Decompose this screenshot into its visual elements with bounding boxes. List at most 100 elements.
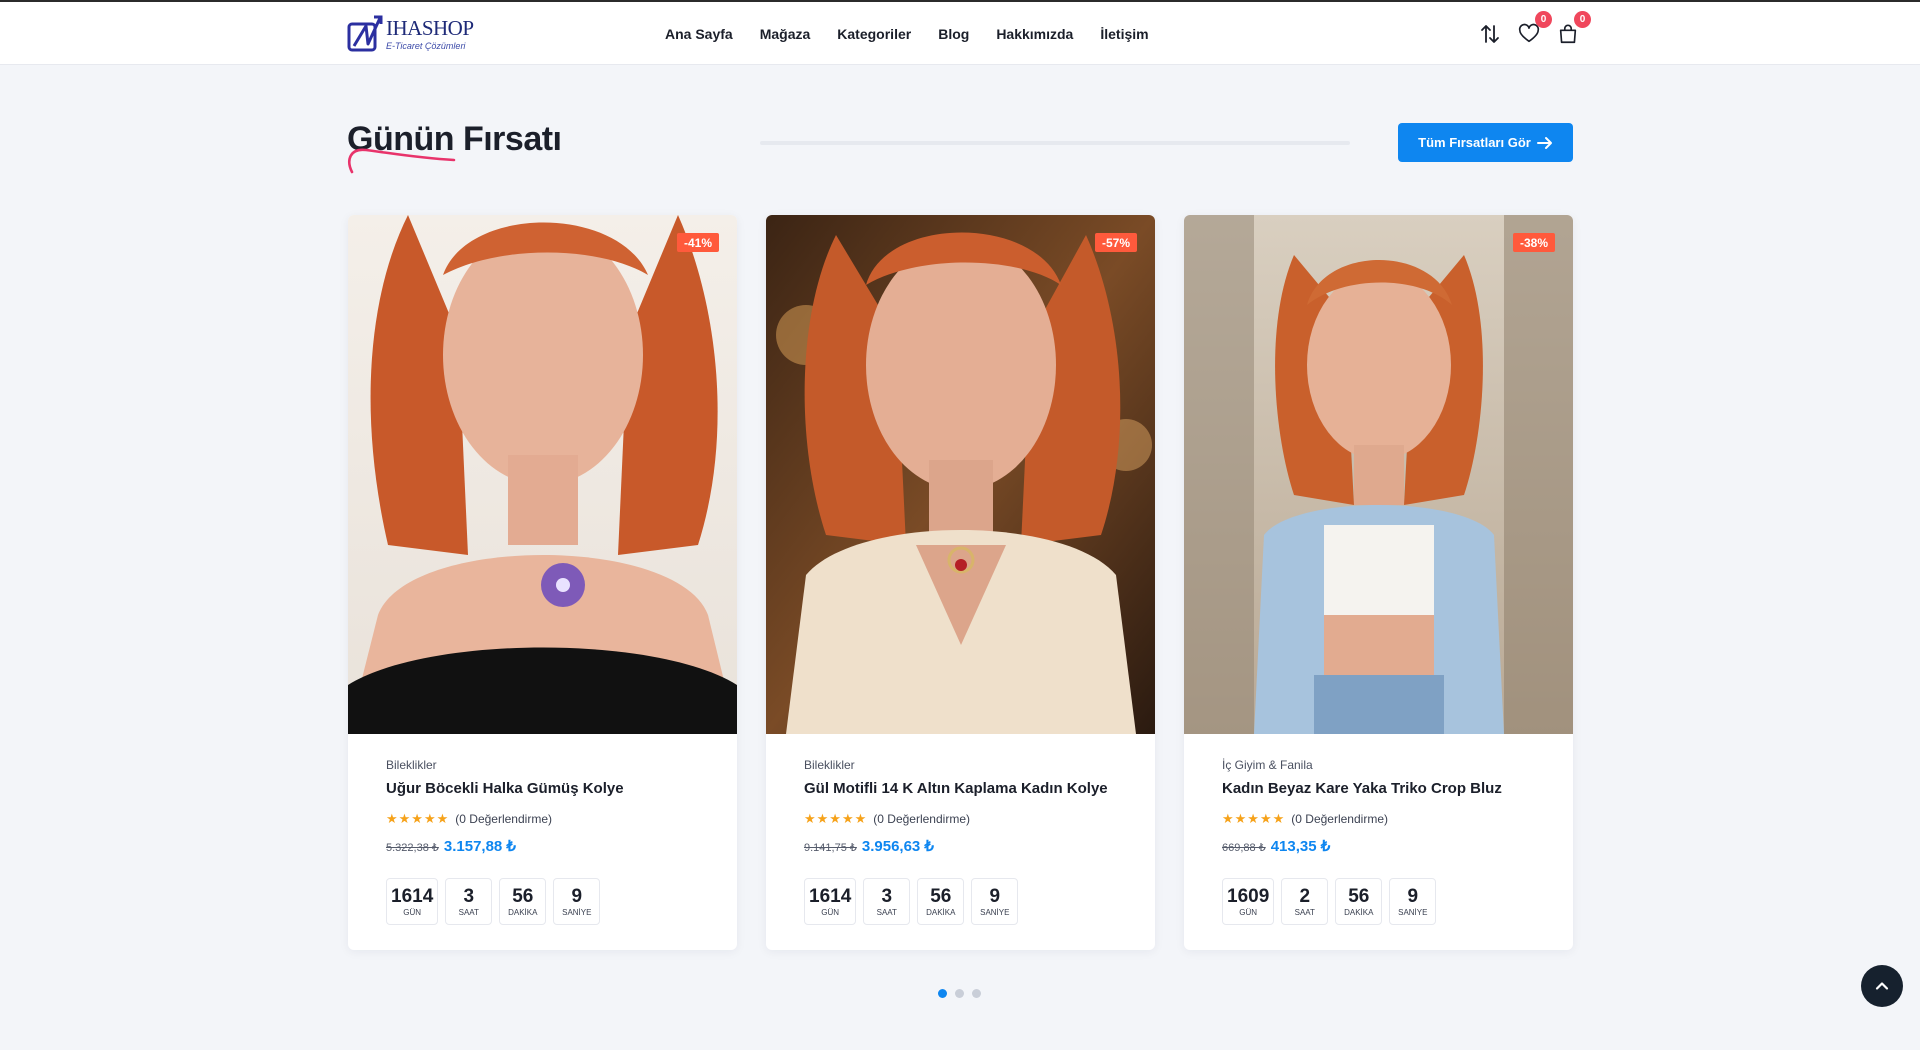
review-count: (0 Değerlendirme) bbox=[1291, 812, 1388, 826]
countdown-hours-value: 3 bbox=[463, 885, 475, 907]
product-category[interactable]: Bileklikler bbox=[386, 758, 717, 772]
countdown-minutes-value: 56 bbox=[512, 885, 534, 907]
product-rating: ★★★★★ (0 Değerlendirme) bbox=[1222, 811, 1553, 827]
countdown-minutes: 56 DAKİKA bbox=[499, 878, 547, 925]
nav-link-store[interactable]: Mağaza bbox=[760, 26, 811, 42]
review-count: (0 Değerlendirme) bbox=[873, 812, 970, 826]
product-card[interactable]: -38% İç Giyim & Fanila Kadın Beyaz Kare … bbox=[1184, 215, 1573, 950]
discount-badge: -41% bbox=[676, 233, 719, 252]
nav-link-categories[interactable]: Kategoriler bbox=[837, 26, 911, 42]
countdown-seconds-label: SANİYE bbox=[562, 907, 592, 917]
star-icons: ★★★★★ bbox=[1222, 811, 1286, 826]
product-card[interactable]: -41% Bileklikler Uğur Böcekli Halka Gümü… bbox=[348, 215, 737, 950]
countdown-days-label: GÜN bbox=[821, 907, 840, 917]
countdown-days: 1614 GÜN bbox=[804, 878, 857, 925]
countdown-days-label: GÜN bbox=[403, 907, 422, 917]
carousel-pagination bbox=[938, 989, 989, 998]
countdown-minutes-label: DAKİKA bbox=[926, 907, 956, 917]
product-name[interactable]: Uğur Böcekli Halka Gümüş Kolye bbox=[386, 780, 717, 797]
logo[interactable]: IHASHOP E-Ticaret Çözümleri bbox=[346, 14, 482, 54]
nav-link-about[interactable]: Hakkımızda bbox=[996, 26, 1073, 42]
site-header: IHASHOP E-Ticaret Çözümleri Ana Sayfa Ma… bbox=[0, 2, 1920, 65]
discount-badge: -38% bbox=[1512, 233, 1555, 252]
product-name[interactable]: Kadın Beyaz Kare Yaka Triko Crop Bluz bbox=[1222, 780, 1553, 797]
countdown-minutes-label: DAKİKA bbox=[1344, 907, 1374, 917]
arrow-right-icon bbox=[1536, 136, 1552, 149]
countdown-seconds: 9 SANİYE bbox=[553, 878, 601, 925]
nav-link-blog[interactable]: Blog bbox=[938, 26, 969, 42]
countdown-minutes-value: 56 bbox=[1348, 885, 1370, 907]
star-icons: ★★★★★ bbox=[386, 811, 450, 826]
product-category[interactable]: İç Giyim & Fanila bbox=[1222, 758, 1553, 772]
countdown-seconds-value: 9 bbox=[989, 885, 1001, 907]
countdown-days-label: GÜN bbox=[1239, 907, 1258, 917]
countdown-seconds-label: SANİYE bbox=[1398, 907, 1428, 917]
cart-count-badge: 0 bbox=[1574, 10, 1591, 28]
countdown-seconds-label: SANİYE bbox=[980, 907, 1010, 917]
old-price: 5.322,38 ₺ bbox=[386, 842, 439, 854]
countdown-hours-label: SAAT bbox=[458, 907, 479, 917]
countdown-seconds: 9 SANİYE bbox=[971, 878, 1019, 925]
title-underline-decoration bbox=[348, 148, 456, 174]
product-price: 669,88 ₺ 413,35 ₺ bbox=[1222, 837, 1553, 855]
product-rating: ★★★★★ (0 Değerlendirme) bbox=[386, 811, 717, 827]
chevron-up-icon bbox=[1875, 982, 1889, 990]
compare-button[interactable] bbox=[1477, 21, 1503, 47]
main-nav: Ana Sayfa Mağaza Kategoriler Blog Hakkım… bbox=[665, 2, 1176, 65]
sale-price: 3.157,88 ₺ bbox=[443, 838, 516, 855]
review-count: (0 Değerlendirme) bbox=[455, 812, 552, 826]
view-all-deals-label: Tüm Fırsatları Gör bbox=[1418, 135, 1531, 150]
product-category[interactable]: Bileklikler bbox=[804, 758, 1135, 772]
countdown-hours-value: 2 bbox=[1299, 885, 1311, 907]
sale-price: 3.956,63 ₺ bbox=[861, 838, 934, 855]
countdown-minutes: 56 DAKİKA bbox=[1335, 878, 1383, 925]
logo-icon bbox=[347, 15, 383, 52]
view-all-deals-button[interactable]: Tüm Fırsatları Gör bbox=[1398, 123, 1573, 162]
header-actions: 0 0 bbox=[1464, 2, 1591, 65]
heart-icon bbox=[1518, 23, 1540, 42]
logo-name: IHASHOP bbox=[386, 15, 474, 40]
carousel-dot-2[interactable] bbox=[955, 989, 964, 998]
countdown-hours-label: SAAT bbox=[876, 907, 897, 917]
countdown-days: 1609 GÜN bbox=[1222, 878, 1275, 925]
countdown-days-value: 1609 bbox=[1227, 885, 1270, 907]
scroll-to-top-button[interactable] bbox=[1861, 965, 1903, 1007]
wishlist-button[interactable]: 0 bbox=[1516, 10, 1552, 47]
nav-link-home[interactable]: Ana Sayfa bbox=[665, 26, 733, 42]
discount-badge: -57% bbox=[1094, 233, 1137, 252]
old-price: 669,88 ₺ bbox=[1222, 842, 1266, 854]
deal-countdown: 1614 GÜN 3 SAAT 56 DAKİKA 9 SANİYE bbox=[386, 878, 717, 925]
countdown-days-value: 1614 bbox=[391, 885, 434, 907]
sale-price: 413,35 ₺ bbox=[1270, 838, 1331, 855]
section-divider bbox=[760, 141, 1350, 145]
countdown-hours-value: 3 bbox=[881, 885, 893, 907]
carousel-dot-3[interactable] bbox=[972, 989, 981, 998]
countdown-hours: 3 SAAT bbox=[863, 878, 911, 925]
countdown-minutes-label: DAKİKA bbox=[508, 907, 538, 917]
product-name[interactable]: Gül Motifli 14 K Altın Kaplama Kadın Kol… bbox=[804, 780, 1135, 797]
product-image[interactable]: -41% bbox=[348, 215, 737, 734]
arrows-up-down-icon bbox=[1481, 24, 1499, 43]
countdown-hours: 3 SAAT bbox=[445, 878, 493, 925]
countdown-hours: 2 SAAT bbox=[1281, 878, 1329, 925]
product-image[interactable]: -38% bbox=[1184, 215, 1573, 734]
countdown-seconds-value: 9 bbox=[571, 885, 583, 907]
wishlist-count-badge: 0 bbox=[1535, 10, 1552, 28]
product-image[interactable]: -57% bbox=[766, 215, 1155, 734]
nav-link-contact[interactable]: İletişim bbox=[1100, 26, 1148, 42]
deal-countdown: 1614 GÜN 3 SAAT 56 DAKİKA 9 SANİYE bbox=[804, 878, 1135, 925]
cart-button[interactable]: 0 bbox=[1555, 10, 1591, 47]
bag-icon bbox=[1559, 24, 1577, 43]
product-card[interactable]: -57% Bileklikler Gül Motifli 14 K Altın … bbox=[766, 215, 1155, 950]
carousel-dot-1[interactable] bbox=[938, 989, 947, 998]
countdown-seconds-value: 9 bbox=[1407, 885, 1419, 907]
deal-countdown: 1609 GÜN 2 SAAT 56 DAKİKA 9 SANİYE bbox=[1222, 878, 1553, 925]
logo-tagline: E-Ticaret Çözümleri bbox=[386, 40, 466, 51]
countdown-minutes-value: 56 bbox=[930, 885, 952, 907]
countdown-hours-label: SAAT bbox=[1294, 907, 1315, 917]
product-price: 9.141,75 ₺ 3.956,63 ₺ bbox=[804, 837, 1135, 855]
star-icons: ★★★★★ bbox=[804, 811, 868, 826]
countdown-seconds: 9 SANİYE bbox=[1389, 878, 1437, 925]
countdown-minutes: 56 DAKİKA bbox=[917, 878, 965, 925]
old-price: 9.141,75 ₺ bbox=[804, 842, 857, 854]
